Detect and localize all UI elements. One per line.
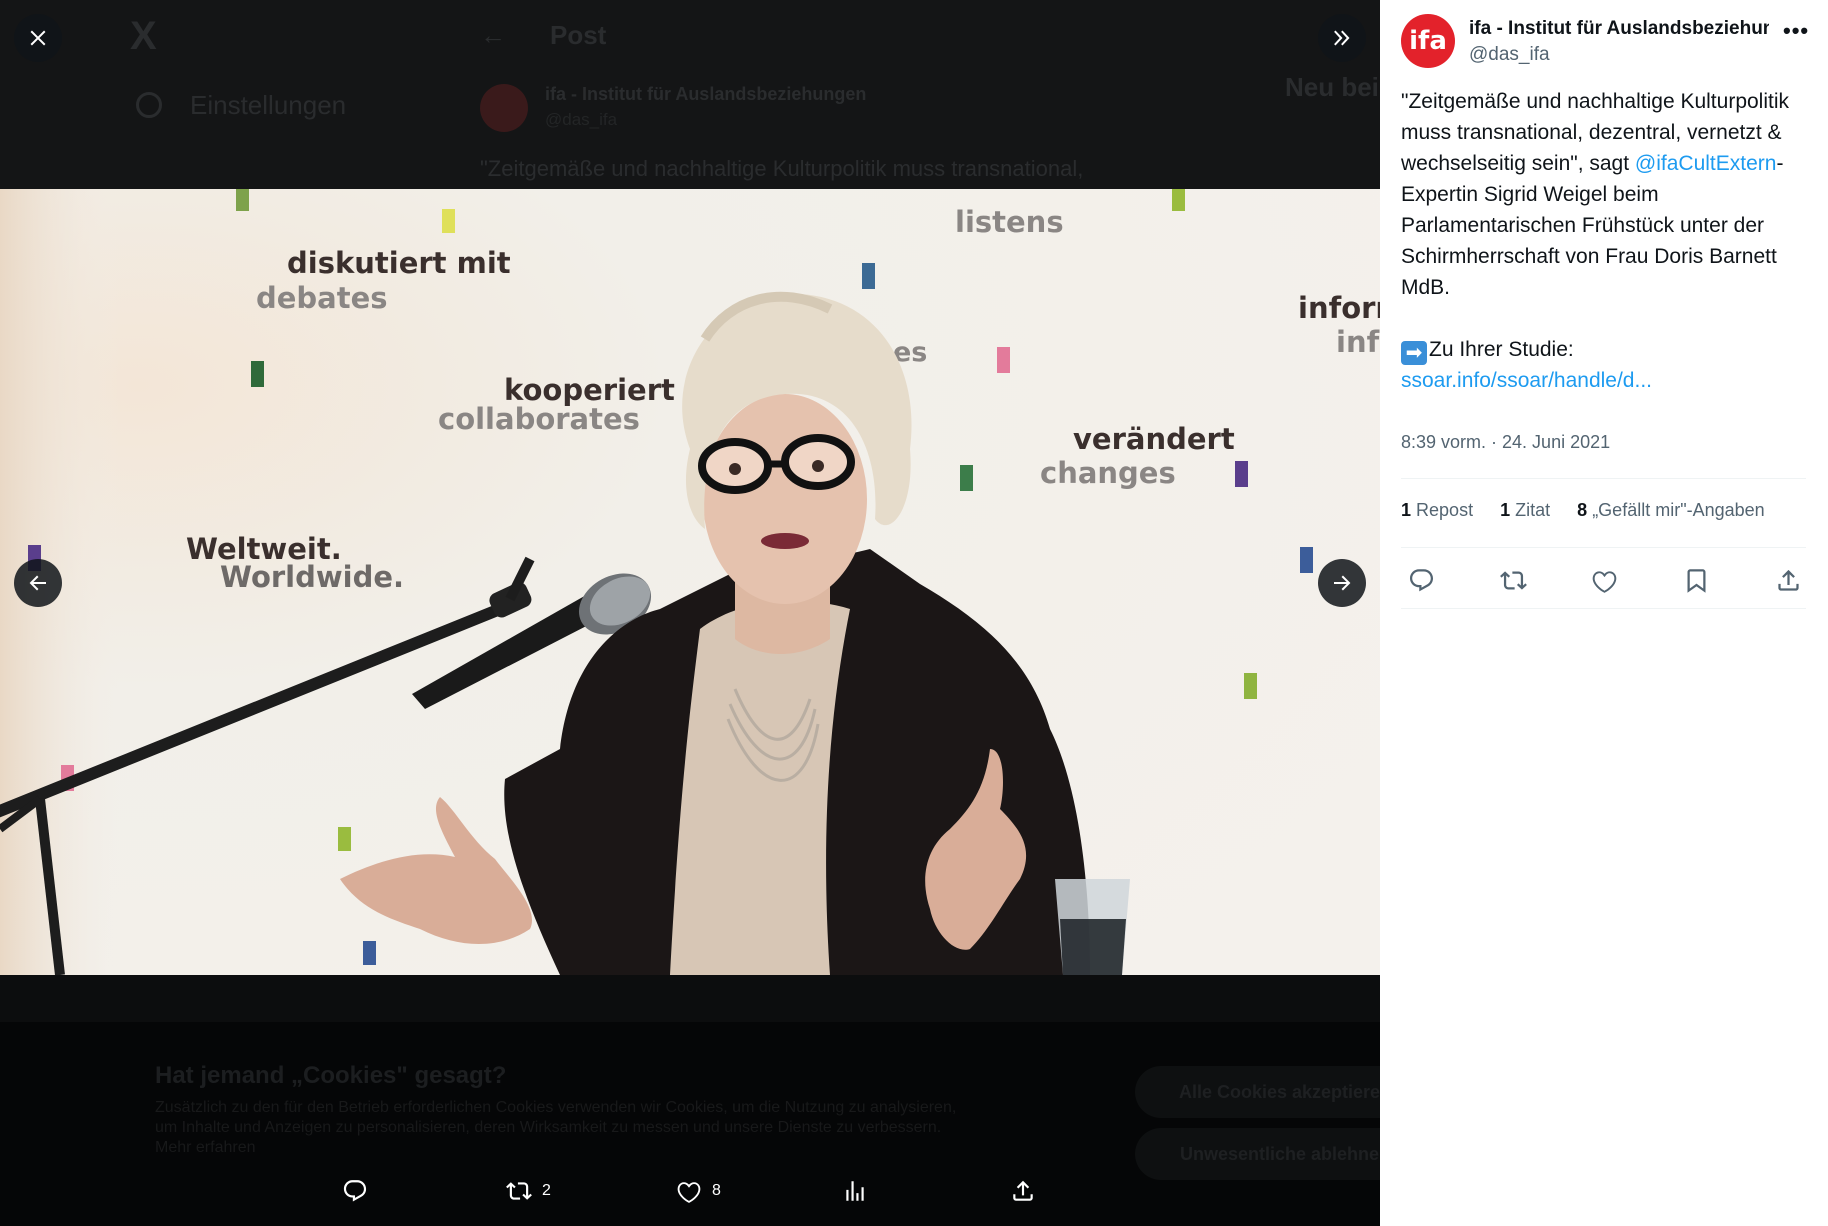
back-arrow-icon: ← — [480, 20, 506, 50]
reply-button[interactable] — [1401, 560, 1441, 600]
repost-button[interactable] — [1493, 560, 1533, 600]
double-chevron-right-icon — [1334, 30, 1350, 46]
photo-illustration: diskutiert mit debates listens kooperier… — [0, 189, 1380, 975]
cookie-accept-button: Alle Cookies akzeptieren — [1135, 1066, 1380, 1118]
author-handle[interactable]: @das_ifa — [1469, 44, 1550, 66]
post-stats: 1 Repost 1 Zitat 8 „Gefällt mir"-Angaben — [1401, 500, 1787, 521]
viewer-like-count: 8 — [712, 1182, 721, 1199]
background-news-heading: Neu bei X? — [1285, 72, 1380, 102]
wall-word-collaborates: collaborates — [438, 402, 640, 436]
post-timestamp[interactable]: 8:39 vorm. · 24. Juni 2021 — [1401, 432, 1610, 453]
wall-word-inf: inf — [1336, 325, 1380, 359]
arrow-right-emoji-icon: ➡ — [1401, 341, 1427, 365]
gear-icon — [136, 92, 162, 118]
post-action-bar — [1401, 560, 1821, 604]
repost-icon — [1499, 570, 1527, 590]
share-icon — [1777, 569, 1799, 591]
heart-icon — [1592, 570, 1616, 593]
x-logo: X — [130, 14, 157, 58]
arrow-left-icon — [29, 575, 46, 591]
previous-image-button[interactable] — [14, 559, 62, 607]
wall-word-veraendert: verändert — [1073, 422, 1235, 456]
viewer-reply-button[interactable] — [342, 1178, 378, 1204]
background-avatar — [480, 84, 528, 132]
wall-word-worldwide: Worldwide. — [220, 560, 404, 594]
background-header-title: Post — [550, 20, 607, 50]
study-label: Zu Ihrer Studie: — [1429, 338, 1574, 361]
arrow-right-icon — [1334, 575, 1351, 591]
background-author-handle: @das_ifa — [545, 110, 618, 129]
divider — [1401, 478, 1806, 479]
author-name[interactable]: ifa - Institut für Auslandsbeziehungen — [1469, 18, 1769, 40]
divider — [1401, 547, 1806, 548]
views-chart-icon — [846, 1181, 864, 1201]
post-photo: diskutiert mit debates listens kooperier… — [0, 189, 1380, 975]
post-sidebar: ifa ifa - Institut für Auslandsbeziehung… — [1380, 0, 1828, 1226]
collapse-sidebar-button[interactable] — [1318, 14, 1366, 62]
bookmark-icon — [1687, 568, 1705, 593]
like-button[interactable] — [1584, 560, 1624, 600]
viewer-views-button[interactable] — [842, 1178, 878, 1204]
repost-icon — [506, 1182, 532, 1200]
media-viewer: X Einstellungen ← Post ifa - Institut fü… — [0, 0, 1380, 1226]
post-text: "Zeitgemäße und nachhaltige Kulturpoliti… — [1401, 86, 1821, 396]
next-image-button[interactable] — [1318, 559, 1366, 607]
viewer-action-bar: 2 8 — [320, 1170, 1050, 1220]
nav-settings-label: Einstellungen — [190, 90, 347, 120]
divider — [1401, 608, 1806, 609]
avatar-logo-text: ifa — [1409, 26, 1447, 56]
author-avatar[interactable]: ifa — [1401, 14, 1455, 68]
reply-icon — [343, 1180, 367, 1202]
share-button[interactable] — [1768, 560, 1808, 600]
share-icon — [1013, 1180, 1033, 1201]
bookmark-button[interactable] — [1676, 560, 1716, 600]
water-glass — [1055, 879, 1130, 975]
background-quote-preview: "Zeitgemäße und nachhaltige Kulturpoliti… — [480, 156, 1084, 181]
more-options-button[interactable]: ••• — [1783, 18, 1809, 44]
viewer-like-button[interactable]: 8 — [676, 1178, 721, 1204]
close-button[interactable] — [14, 14, 62, 62]
viewer-share-button[interactable] — [1010, 1178, 1046, 1204]
wall-word-changes: changes — [1040, 456, 1176, 490]
viewer-repost-button[interactable]: 2 — [506, 1178, 551, 1204]
wall-word-listens: listens — [955, 205, 1064, 239]
wall-word-diskutiert: diskutiert mit — [287, 246, 511, 280]
reply-icon — [1409, 568, 1433, 591]
mention-link[interactable]: @ifaCultExtern — [1635, 152, 1777, 175]
close-icon — [30, 30, 46, 46]
cookie-title: Hat jemand „Cookies" gesagt? — [155, 1062, 507, 1089]
wall-word-debates: debates — [256, 281, 388, 315]
like-stat[interactable]: 8 „Gefällt mir"-Angaben — [1577, 500, 1765, 520]
cookie-text: Zusätzlich zu den für den Betrieb erford… — [155, 1099, 957, 1156]
background-author-name: ifa - Institut für Auslandsbeziehungen — [545, 84, 867, 104]
study-link[interactable]: ssoar.info/ssoar/handle/d... — [1401, 369, 1652, 392]
repost-stat[interactable]: 1 Repost — [1401, 500, 1473, 520]
quote-stat[interactable]: 1 Zitat — [1500, 500, 1550, 520]
heart-icon — [677, 1182, 701, 1203]
viewer-repost-count: 2 — [542, 1182, 551, 1199]
cookie-refuse-button: Unwesentliche ablehnen — [1135, 1128, 1380, 1180]
wall-word-inform: inform — [1298, 291, 1380, 325]
